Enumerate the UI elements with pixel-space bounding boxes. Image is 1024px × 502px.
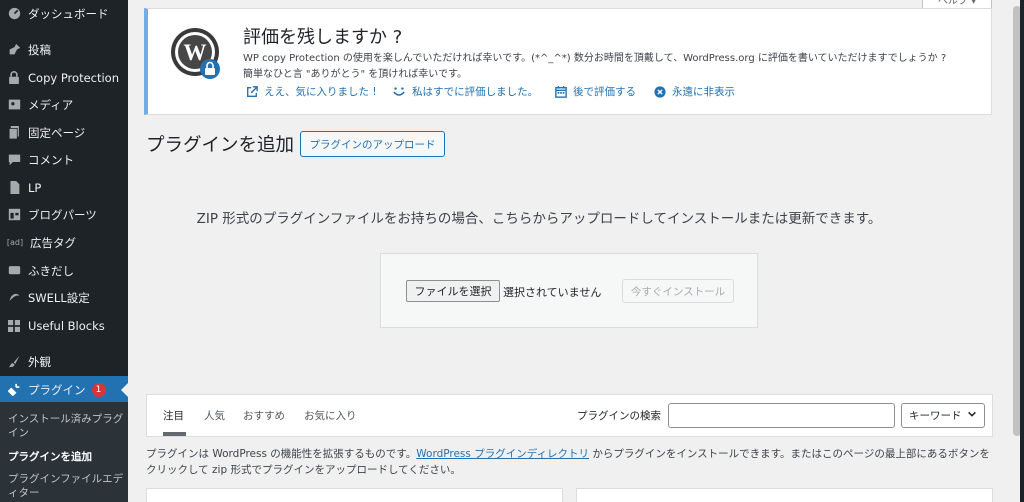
- page-title: プラグインを追加: [146, 135, 295, 156]
- rate-now-link[interactable]: ええ、気に入りました !: [246, 84, 377, 99]
- smile-icon: [392, 86, 406, 98]
- update-count-badge: 1: [91, 382, 106, 397]
- dismiss-forever-label: 永遠に非表示: [672, 86, 735, 98]
- menu-item-posts[interactable]: 投稿: [0, 36, 128, 63]
- tab-recommended[interactable]: おすすめ: [243, 408, 285, 423]
- menu-item-lp[interactable]: LP: [0, 174, 128, 201]
- plugin-card: [146, 488, 563, 502]
- menu-item-comments[interactable]: コメント: [0, 146, 128, 173]
- menu-label: 外観: [28, 354, 51, 369]
- already-rated-label: 私はすでに評価しました。: [412, 86, 539, 98]
- menu-label: プラグイン: [28, 382, 86, 397]
- plugin-info-text: プラグインは WordPress の機能性を拡張するものです。WordPress…: [146, 446, 996, 478]
- page-icon: [7, 126, 21, 140]
- plugin-directory-link[interactable]: WordPress プラグインディレクトリ: [416, 448, 589, 460]
- menu-label: SWELL設定: [28, 290, 90, 305]
- document-icon: [7, 181, 21, 195]
- menu-label: 広告タグ: [30, 235, 76, 250]
- comment-icon: [7, 153, 21, 167]
- menu-label: メディア: [28, 97, 74, 112]
- window-edge: [1020, 0, 1024, 502]
- lock-icon: [7, 71, 21, 85]
- upload-form: ファイルを選択 選択されていません 今すぐインストール: [380, 253, 758, 328]
- upload-plugin-button[interactable]: プラグインのアップロード: [300, 131, 445, 157]
- file-status-text: 選択されていません: [503, 286, 602, 299]
- menu-item-copy-protection[interactable]: Copy Protection: [0, 64, 128, 91]
- pin-icon: [7, 43, 21, 57]
- brush-icon: [7, 355, 21, 369]
- blocks-icon: [7, 319, 21, 333]
- plugin-filter-bar: 注目 人気 おすすめ お気に入り プラグインの検索 キーワード: [146, 394, 993, 437]
- search-label: プラグインの検索: [577, 410, 661, 422]
- rating-notice: W 評価を残しますか ? WP copy Protection の使用を楽しんで…: [144, 8, 992, 115]
- install-now-button[interactable]: 今すぐインストール: [622, 279, 734, 303]
- tab-popular[interactable]: 人気: [204, 408, 225, 423]
- dismiss-icon: [654, 85, 666, 98]
- search-type-select[interactable]: キーワード: [901, 403, 985, 428]
- wordpress-lock-logo: W: [170, 27, 224, 81]
- menu-item-pages[interactable]: 固定ページ: [0, 119, 128, 146]
- menu-item-fukidashi[interactable]: ふきだし: [0, 257, 128, 284]
- submenu-installed-plugins[interactable]: インストール済みプラグイン: [8, 412, 124, 440]
- menu-item-dashboard[interactable]: ダッシュボード: [0, 0, 128, 27]
- submenu-plugin-file-editor[interactable]: プラグインファイルエディター: [8, 472, 124, 500]
- menu-label: Useful Blocks: [28, 318, 105, 333]
- admin-sidebar: ダッシュボード 投稿 Copy Protection メディア 固定ページ コメ…: [0, 0, 128, 502]
- notice-line-1: WP copy Protection の使用を楽しんでいただければ幸いです。(*…: [243, 53, 947, 64]
- menu-item-appearance[interactable]: 外観: [0, 348, 128, 375]
- menu-label: ダッシュボード: [28, 6, 109, 21]
- menu-label: 固定ページ: [28, 125, 86, 140]
- external-link-icon: [246, 85, 258, 98]
- menu-item-plugins[interactable]: プラグイン 1: [0, 376, 128, 403]
- menu-label: 投稿: [28, 42, 51, 57]
- menu-item-media[interactable]: メディア: [0, 91, 128, 118]
- rate-now-label: ええ、気に入りました !: [264, 86, 377, 98]
- choose-file-button[interactable]: ファイルを選択: [406, 280, 500, 302]
- plugin-card: [576, 488, 993, 502]
- calendar-icon: [555, 85, 567, 98]
- tab-featured[interactable]: 注目: [163, 408, 186, 436]
- menu-item-ad-tags[interactable]: [ad] 広告タグ: [0, 229, 128, 256]
- tab-favorites[interactable]: お気に入り: [304, 408, 357, 423]
- swell-icon: [7, 291, 21, 305]
- notice-title: 評価を残しますか ?: [243, 27, 403, 48]
- plugin-icon: [7, 383, 21, 397]
- plugin-search-input[interactable]: [668, 403, 895, 428]
- rate-later-link[interactable]: 後で評価する: [555, 84, 636, 99]
- submenu-add-plugin[interactable]: プラグインを追加: [8, 450, 124, 464]
- menu-item-swell-settings[interactable]: SWELL設定: [0, 284, 128, 311]
- dashboard-icon: [7, 7, 21, 21]
- upload-description: ZIP 形式のプラグインファイルをお持ちの場合、こちらからアップロードしてインス…: [196, 211, 882, 227]
- bubble-icon: [7, 264, 21, 278]
- plugins-submenu: インストール済みプラグイン プラグインを追加 プラグインファイルエディター: [0, 402, 128, 502]
- media-icon: [7, 98, 21, 112]
- ad-icon: [ad]: [6, 238, 24, 247]
- info-text-before: プラグインは WordPress の機能性を拡張するものです。: [146, 448, 417, 460]
- chevron-down-icon: [967, 409, 977, 422]
- menu-label: LP: [28, 180, 42, 195]
- menu-label: コメント: [28, 152, 74, 167]
- already-rated-link[interactable]: 私はすでに評価しました。: [392, 84, 538, 99]
- menu-label: Copy Protection: [28, 70, 120, 85]
- rate-later-label: 後で評価する: [573, 86, 636, 98]
- menu-item-useful-blocks[interactable]: Useful Blocks: [0, 312, 128, 339]
- notice-line-2: 簡単なひと言 "ありがとう" を頂ければ幸いです。: [243, 69, 467, 80]
- menu-label: ふきだし: [28, 263, 74, 278]
- notice-body: WP copy Protection の使用を楽しんでいただければ幸いです。(*…: [243, 51, 983, 83]
- dismiss-forever-link[interactable]: 永遠に非表示: [654, 84, 735, 99]
- search-type-value: キーワード: [909, 410, 962, 422]
- svg-text:W: W: [184, 40, 207, 65]
